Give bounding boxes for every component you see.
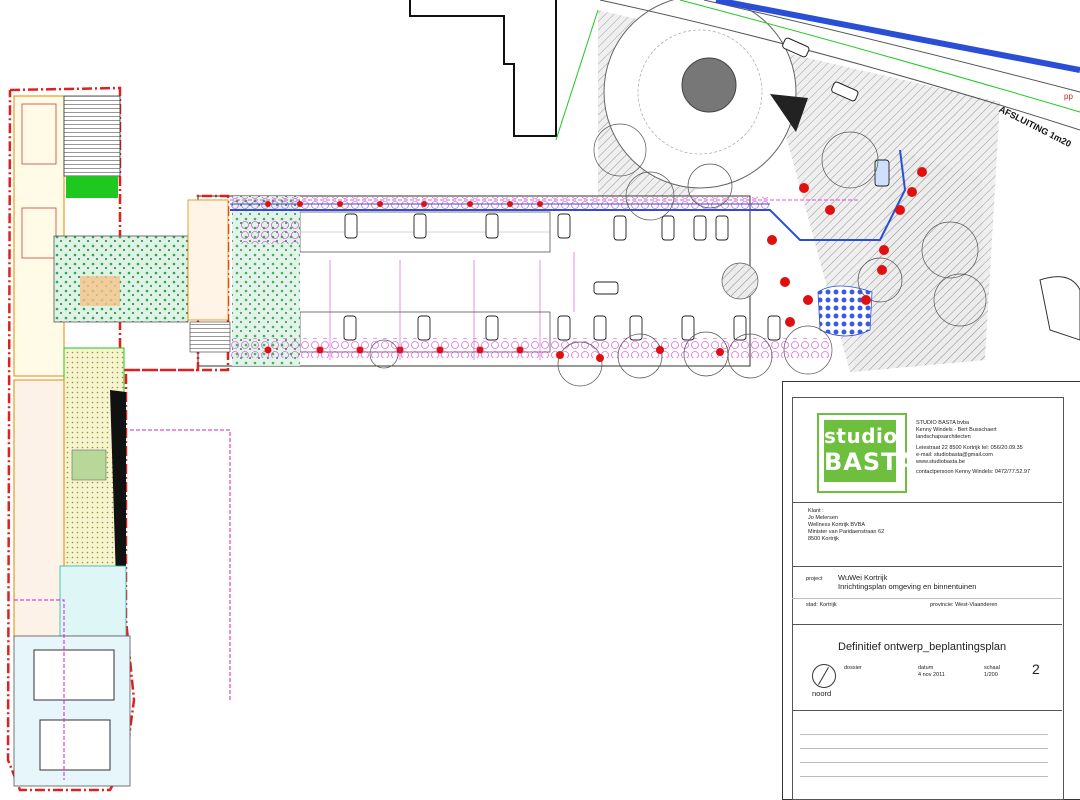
revision-line-1 [800,734,1048,735]
divider-1 [792,502,1062,503]
divider-5 [792,710,1062,711]
client-street: Minister van Paridaenstraan 62 [808,529,885,535]
north-label: noord [812,689,832,698]
firm-address: Leiestraat 22 8500 Kortrijk tel: 056/20.… [916,445,1023,451]
firm-name: STUDIO BASTA bvba [916,420,970,426]
city-label: stad: Kortrijk [806,602,837,608]
scale-label: schaal [984,665,1000,671]
divider-3 [792,598,1062,599]
firm-email: e-mail: studiobasta@gmail.com [916,452,993,458]
province-label: provincie: West-Vlaanderen [930,602,998,608]
top-right-label: pp [1064,92,1073,101]
revision-line-3 [800,762,1048,763]
left-building-complex [6,86,231,792]
revision-line-4 [800,776,1048,777]
firm-web: www.studiobasta.be [916,459,965,465]
client-name: Jo Melersen [808,515,838,521]
firm-contact: contactpersoon Kenny Windels: 0472/77.52… [916,469,1031,475]
project-name: WuWei Kortrijk [838,573,888,582]
firm-people: Kenny Windels - Bert Busschaert [916,427,997,433]
north-arrow-icon [812,664,836,688]
studio-basta-logo: studio BASTA [817,413,917,493]
divider-4 [792,624,1062,625]
date-value: 4 nov 2011 [918,672,945,678]
project-description: Inrichtingsplan omgeving en binnentuinen [838,582,977,591]
neighbour-building-outline [409,0,557,137]
plan-title: Definitief ontwerp_beplantingsplan [838,641,1007,653]
client-company: Wellness Kortrijk BVBA [808,522,866,528]
date-label: datum [918,665,934,671]
firm-type: landschapsarchitecten [916,434,971,440]
divider-2 [792,566,1062,567]
revision-line-2 [800,748,1048,749]
logo-line-1: studio [824,424,898,448]
blue-flower-bed [817,285,873,337]
project-label: project [806,576,823,582]
client-city: 8500 Kortrijk [808,536,839,542]
scale-value: 1/200 [984,672,998,678]
sheet-number: 2 [1032,661,1040,677]
client-label: Klant : [808,508,824,514]
dossier-label: dossier [844,665,862,671]
logo-line-2: BASTA [824,448,917,476]
